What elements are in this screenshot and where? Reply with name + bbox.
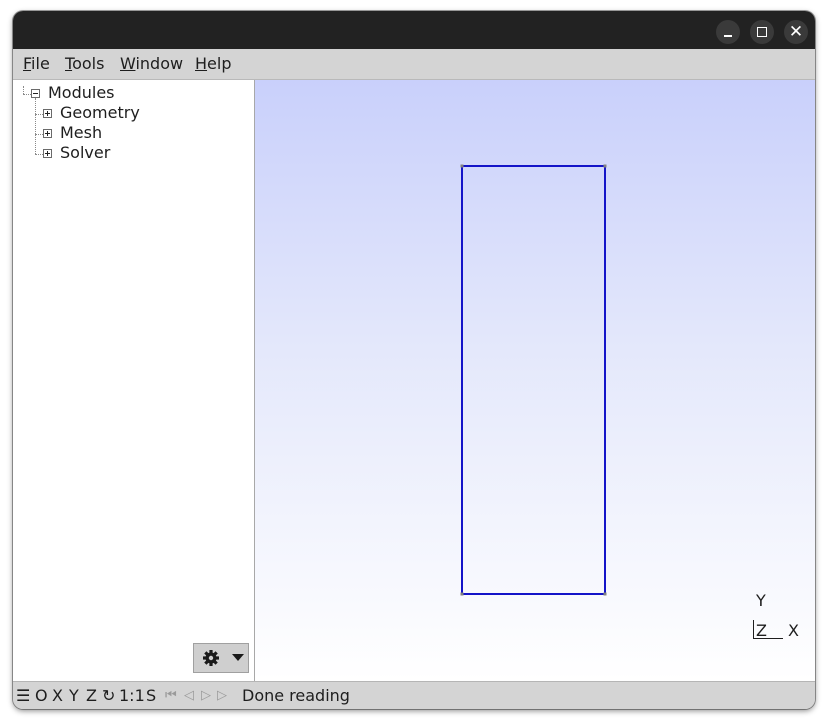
chevron-down-icon [232,654,244,661]
tree-line [35,134,43,135]
previous-step-icon[interactable]: ◁ [184,688,194,703]
minimize-icon [724,35,732,37]
menu-window[interactable]: Window [120,54,183,73]
tree-item-geometry[interactable]: Geometry [60,103,140,122]
settings-menu-button[interactable] [193,643,249,673]
status-menu-icon[interactable]: ☰ [16,686,30,705]
maximize-button[interactable] [750,20,774,44]
menu-tools[interactable]: Tools [65,54,104,73]
app-window: ✕ File Tools Window Help Modules Geometr… [13,11,815,709]
expand-icon[interactable] [43,149,52,158]
axis-y-label: Y [756,591,766,610]
tree-item-solver[interactable]: Solver [60,143,110,162]
collapse-icon[interactable] [31,89,40,98]
menu-file-mnemonic: F [23,54,32,73]
minimize-button[interactable] [716,20,740,44]
tree-line [35,114,43,115]
tree-item-label: Mesh [60,123,103,142]
tree-line [35,154,43,155]
geometry-rectangle[interactable] [461,165,606,595]
view-origin-button[interactable]: O [35,686,48,705]
menu-help-label: elp [207,54,232,73]
scene [460,164,783,639]
status-bar: ☰ O X Y Z ↻ 1:1 S ⏮ ◁ ▷ ▷ Done reading [13,681,815,709]
tree-line [23,86,24,94]
view-y-button[interactable]: Y [69,686,79,705]
scale-button[interactable]: 1:1 [119,686,145,705]
menu-tools-mnemonic: T [65,54,73,73]
close-icon: ✕ [788,22,804,42]
first-step-icon[interactable]: ⏮ [165,688,177,703]
module-tree: Modules Geometry Mesh Solver [13,80,255,681]
menu-tools-label: ools [72,54,105,73]
tree-line [23,94,31,95]
menu-help[interactable]: Help [195,54,231,73]
status-message: Done reading [242,686,350,705]
maximize-icon [757,27,767,37]
next-step-icon[interactable]: ▷ [217,688,227,703]
view-z-button[interactable]: Z [86,686,97,705]
vertex-point[interactable] [460,592,464,596]
tree-item-modules[interactable]: Modules [48,83,115,102]
gear-icon [203,650,244,666]
tree-item-label: Geometry [60,103,140,122]
play-icon[interactable]: ▷ [201,688,211,703]
expand-icon[interactable] [43,109,52,118]
close-button[interactable]: ✕ [784,20,808,44]
tree-item-mesh[interactable]: Mesh [60,123,102,142]
select-button[interactable]: S [146,686,156,705]
axis-x-label: X [788,621,799,640]
menu-file[interactable]: File [23,54,50,73]
tree-item-label: Modules [48,83,115,102]
menu-file-label: ile [31,54,50,73]
vertex-point[interactable] [460,164,464,168]
menu-window-label: indow [135,54,184,73]
vertex-point[interactable] [603,592,607,596]
rotate-icon[interactable]: ↻ [102,686,115,705]
graphics-viewport[interactable]: Y Z X [255,80,815,681]
title-bar: ✕ [13,11,815,49]
axis-z-label: Z [756,621,767,640]
expand-icon[interactable] [43,129,52,138]
view-x-button[interactable]: X [52,686,63,705]
tree-line [35,98,36,154]
menu-bar: File Tools Window Help [13,49,815,80]
vertex-point[interactable] [603,164,607,168]
menu-window-mnemonic: W [120,54,136,73]
tree-item-label: Solver [60,143,111,162]
menu-help-mnemonic: H [195,54,208,73]
